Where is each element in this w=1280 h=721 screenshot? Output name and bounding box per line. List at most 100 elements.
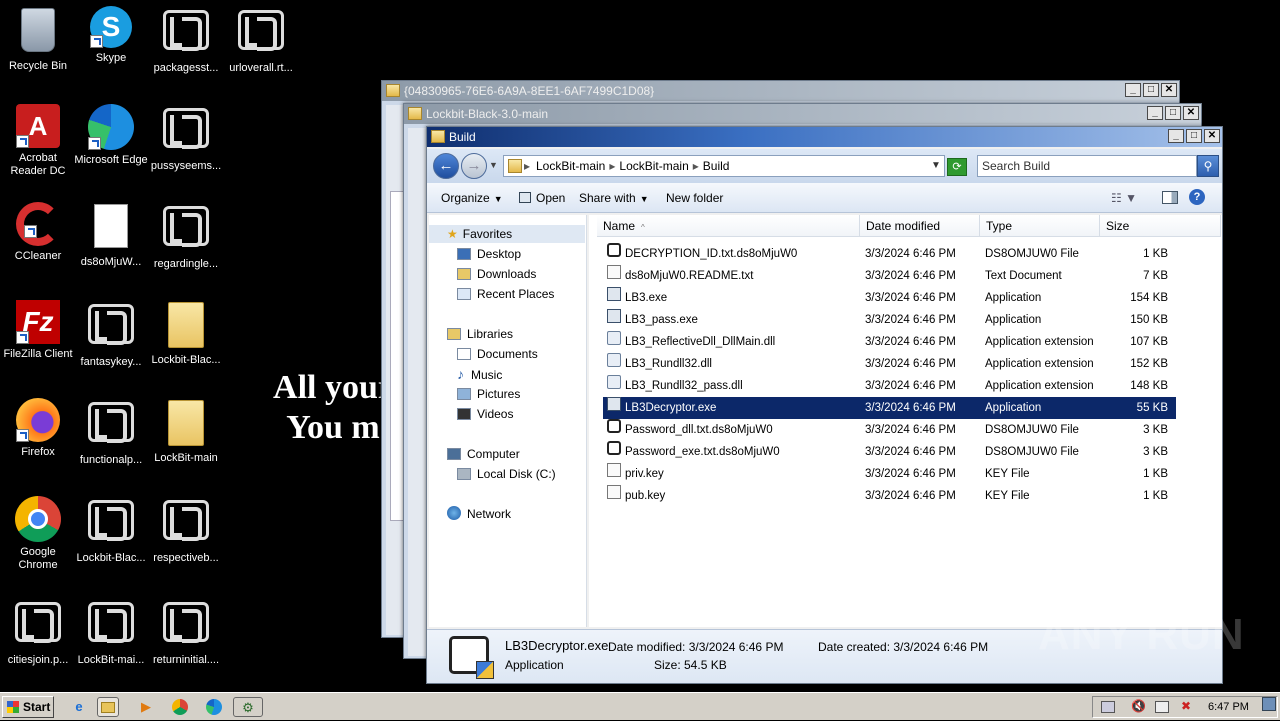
minimize-button[interactable]: _ <box>1168 129 1184 143</box>
chrome-taskbar-icon[interactable] <box>169 697 191 717</box>
desktop-icon-urloverall[interactable]: urloverall.rt... <box>223 6 299 75</box>
power-icon[interactable]: ✖ <box>1181 699 1191 713</box>
nav-desktop[interactable]: Desktop <box>457 245 521 263</box>
maximize-button[interactable]: □ <box>1165 106 1181 120</box>
start-button[interactable]: Start <box>2 696 54 718</box>
minimize-button[interactable]: _ <box>1125 83 1141 97</box>
desktop-icon-citiesjoin[interactable]: citiesjoin.p... <box>0 598 76 667</box>
nav-favorites[interactable]: ★ Favorites <box>429 225 585 243</box>
maximize-button[interactable]: □ <box>1143 83 1159 97</box>
clock[interactable]: 6:47 PM <box>1208 693 1249 721</box>
file-row[interactable]: DECRYPTION_ID.txt.ds8oMjuW0 3/3/2024 6:46… <box>603 243 1176 265</box>
desktop-icon-packagesst[interactable]: packagesst... <box>148 6 224 75</box>
breadcrumb-lockbit-main-2[interactable]: LockBit-main <box>619 159 688 173</box>
desktop-icon-functionalp[interactable]: functionalp... <box>73 398 149 467</box>
app-taskbar-icon[interactable]: ⚙ <box>233 697 263 717</box>
taskbar: Start e ▶ ⚙ 🔇 ✖ 6:47 PM <box>0 692 1280 720</box>
search-icon[interactable]: ⚲ <box>1197 155 1219 177</box>
organize-button[interactable]: Organize ▼ <box>441 191 503 205</box>
desktop-icon-pussyseems[interactable]: pussyseems... <box>148 104 224 173</box>
nav-local-disk[interactable]: Local Disk (C:) <box>457 465 556 483</box>
maximize-button[interactable]: □ <box>1186 129 1202 143</box>
desktop-icon-recycle-bin[interactable]: Recycle Bin <box>0 6 76 73</box>
column-header-date[interactable]: Date modified <box>860 215 980 237</box>
explorer-taskbar-icon[interactable] <box>97 697 119 717</box>
file-row[interactable]: ds8oMjuW0.README.txt 3/3/2024 6:46 PM Text… <box>603 265 1176 287</box>
nav-videos[interactable]: Videos <box>457 405 513 423</box>
nav-libraries[interactable]: Libraries <box>447 325 513 343</box>
address-dropdown-icon[interactable]: ▼ <box>931 160 941 171</box>
desktop-icon-filezilla[interactable]: Fz FileZilla Client <box>0 300 76 361</box>
nav-music[interactable]: ♪ Music <box>457 365 502 383</box>
chrome-icon <box>15 496 61 542</box>
preview-pane-icon[interactable] <box>1162 191 1178 204</box>
ie-icon[interactable]: e <box>68 697 90 717</box>
nav-network[interactable]: Network <box>447 505 511 523</box>
desktop-icon-lockbit-blac-1[interactable]: Lockbit-Blac... <box>148 300 224 367</box>
close-button[interactable]: ✕ <box>1183 106 1199 120</box>
action-center-icon[interactable] <box>1155 701 1169 713</box>
folder-icon <box>431 130 445 143</box>
edge-taskbar-icon[interactable] <box>203 697 225 717</box>
file-row[interactable]: Password_exe.txt.ds8oMjuW0 3/3/2024 6:46 … <box>603 441 1176 463</box>
desktop-icon-acrobat[interactable]: A Acrobat Reader DC <box>0 104 76 178</box>
file-row-selected[interactable]: LB3Decryptor.exe 3/3/2024 6:46 PM Applicat… <box>603 397 1176 419</box>
back-button[interactable]: ← <box>433 153 459 179</box>
show-desktop-button[interactable] <box>1262 697 1276 711</box>
desktop-icon-regardingle[interactable]: regardingle... <box>148 202 224 271</box>
change-view-icon[interactable]: ☷ ▼ <box>1111 191 1137 205</box>
desktop-icon-returninitial[interactable]: returninitial.... <box>148 598 224 667</box>
file-row[interactable]: LB3_Rundll32.dll 3/3/2024 6:46 PM Applicat… <box>603 353 1176 375</box>
refresh-icon[interactable]: ⟳ <box>947 158 967 176</box>
desktop-icon-lockbit-main[interactable]: LockBit-main <box>148 398 224 465</box>
search-input[interactable]: Search Build <box>977 155 1197 177</box>
column-header-name[interactable]: Name ^ <box>597 215 860 237</box>
open-button[interactable]: Open <box>519 191 565 205</box>
window-build[interactable]: Build _ □ ✕ ← → ▼ ▸ LockBit-main ▸ LockBit… <box>426 126 1223 684</box>
new-folder-button[interactable]: New folder <box>666 191 723 205</box>
file-row[interactable]: LB3_Rundll32_pass.dll 3/3/2024 6:46 PM App… <box>603 375 1176 397</box>
help-icon[interactable]: ? <box>1189 189 1205 205</box>
breadcrumb-lockbit-main-1[interactable]: LockBit-main <box>536 159 605 173</box>
file-row[interactable]: Password_dll.txt.ds8oMjuW0 3/3/2024 6:46 … <box>603 419 1176 441</box>
desktop-icon-chrome[interactable]: Google Chrome <box>0 496 76 572</box>
nav-recent-places[interactable]: Recent Places <box>457 285 554 303</box>
nav-computer[interactable]: Computer <box>447 445 520 463</box>
file-row[interactable]: LB3.exe 3/3/2024 6:46 PM Application 154 KB <box>603 287 1176 309</box>
open-icon <box>519 192 531 203</box>
desktop-icon-lockbit-mai[interactable]: LockBit-mai... <box>73 598 149 667</box>
nav-downloads[interactable]: Downloads <box>457 265 536 283</box>
breadcrumb-build[interactable]: Build <box>703 159 730 173</box>
forward-button[interactable]: → <box>461 153 487 179</box>
desktop-icon-firefox[interactable]: Firefox <box>0 398 76 459</box>
close-button[interactable]: ✕ <box>1161 83 1177 97</box>
volume-muted-icon[interactable]: 🔇 <box>1131 699 1146 713</box>
desktop-icon-fantasykey[interactable]: fantasykey... <box>73 300 149 369</box>
edge-icon <box>88 104 134 150</box>
nav-documents[interactable]: Documents <box>457 345 538 363</box>
window-titlebar[interactable]: Build _ □ ✕ <box>427 127 1222 147</box>
column-header-size[interactable]: Size <box>1100 215 1221 237</box>
file-row[interactable]: pub.key 3/3/2024 6:46 PM KEY File 1 KB <box>603 485 1176 507</box>
recent-pages-chevron-icon[interactable]: ▼ <box>489 160 498 170</box>
nav-pictures[interactable]: Pictures <box>457 385 520 403</box>
address-breadcrumb[interactable]: ▸ LockBit-main ▸ LockBit-main ▸ Build <box>503 155 945 177</box>
file-row[interactable]: LB3_ReflectiveDll_DllMain.dll 3/3/2024 6:… <box>603 331 1176 353</box>
desktop-icon-ccleaner[interactable]: CCleaner <box>0 202 76 263</box>
desktop-icon-lockbit-blac-2[interactable]: Lockbit-Blac... <box>73 496 149 565</box>
close-button[interactable]: ✕ <box>1204 129 1220 143</box>
desktop-icon-skype[interactable]: S Skype <box>73 6 149 65</box>
desktop-icon-edge[interactable]: Microsoft Edge <box>73 104 149 167</box>
window-titlebar[interactable]: {04830965-76E6-6A9A-8EE1-6AF7499C1D08} _… <box>382 81 1179 101</box>
share-with-button[interactable]: Share with ▼ <box>579 191 649 205</box>
desktop-icon-ds8omjuw[interactable]: ds8oMjuW... <box>73 202 149 269</box>
desktop-icon-respectiveb[interactable]: respectiveb... <box>148 496 224 565</box>
file-row[interactable]: priv.key 3/3/2024 6:46 PM KEY File 1 KB <box>603 463 1176 485</box>
media-player-icon[interactable]: ▶ <box>135 697 157 717</box>
breadcrumb-arrow-icon: ▸ <box>524 159 531 173</box>
column-header-type[interactable]: Type <box>980 215 1100 237</box>
minimize-button[interactable]: _ <box>1147 106 1163 120</box>
file-row[interactable]: LB3_pass.exe 3/3/2024 6:46 PM Application 1… <box>603 309 1176 331</box>
network-tray-icon[interactable] <box>1101 701 1115 713</box>
window-titlebar[interactable]: Lockbit-Black-3.0-main _ □ ✕ <box>404 104 1201 124</box>
